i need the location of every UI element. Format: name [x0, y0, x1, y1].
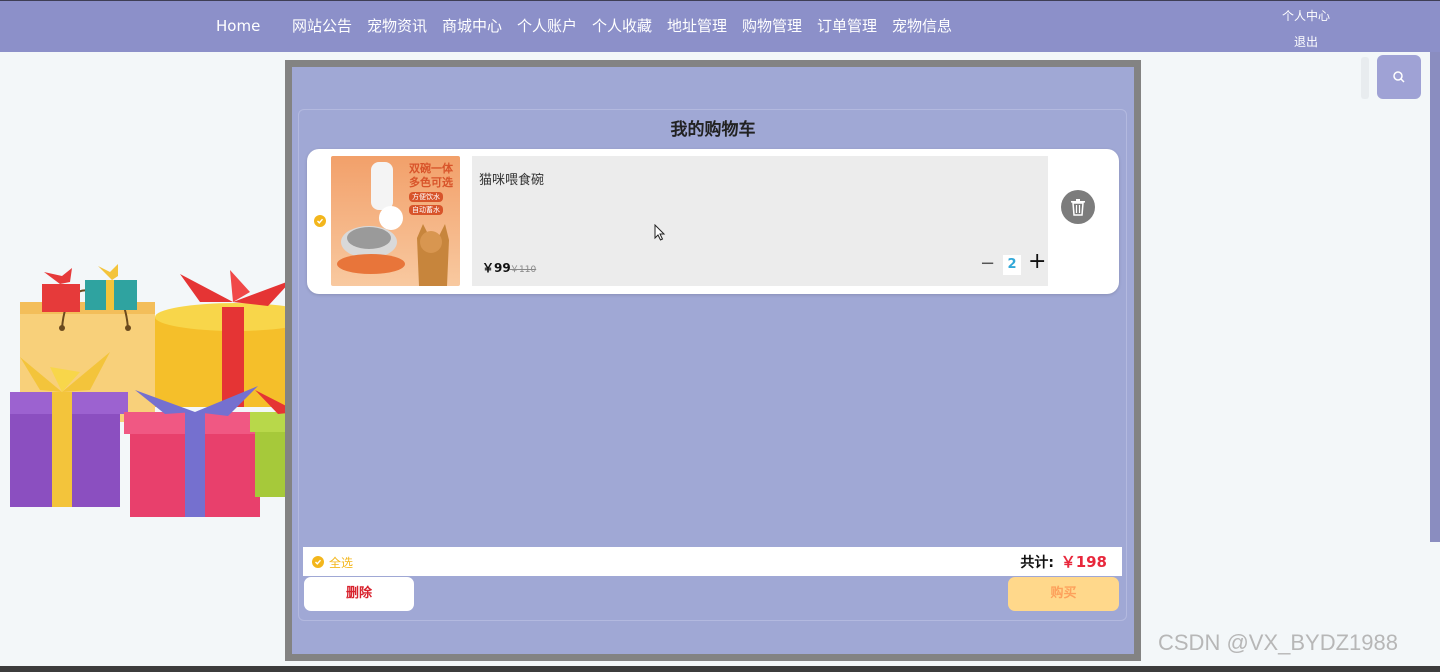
nav-item-orders[interactable]: 订单管理: [817, 16, 877, 36]
select-all-label[interactable]: 全选: [329, 554, 353, 571]
nav-item-account[interactable]: 个人账户: [517, 16, 577, 36]
cart-footer: 全选 共计: ￥198: [303, 547, 1122, 576]
nav-item-address[interactable]: 地址管理: [667, 16, 727, 36]
original-price: ￥110: [510, 265, 537, 275]
quantity-increase-button[interactable]: +: [1028, 249, 1046, 274]
nav-item-cart[interactable]: 购物管理: [742, 16, 802, 36]
mouse-cursor-icon: [654, 224, 666, 241]
total-value: ￥198: [1060, 553, 1107, 571]
product-image[interactable]: 双碗一体 多色可选 方便饮水 自动蓄水: [331, 156, 460, 286]
cart-item: 双碗一体 多色可选 方便饮水 自动蓄水 猫咪喂食碗 ￥99 ￥110 − 2 +: [307, 149, 1119, 294]
item-info: 猫咪喂食碗 ￥99 ￥110 − 2 +: [472, 156, 1048, 286]
search-icon: [1393, 71, 1405, 83]
nav-item-home[interactable]: Home: [216, 16, 260, 36]
search-input[interactable]: [1361, 57, 1369, 99]
image-tag-1: 方便饮水: [409, 192, 443, 202]
quantity-value[interactable]: 2: [1003, 255, 1021, 275]
top-nav: Home 网站公告 宠物资讯 商城中心 个人账户 个人收藏 地址管理 购物管理 …: [0, 0, 1440, 52]
nav-item-announcements[interactable]: 网站公告: [292, 16, 352, 36]
item-checkbox[interactable]: [314, 215, 326, 227]
user-center-link[interactable]: 个人中心: [1282, 7, 1330, 25]
nav-item-pet-news[interactable]: 宠物资讯: [367, 16, 427, 36]
trash-icon: [1071, 199, 1085, 216]
cart-modal: 我的购物车 双碗一体 多色可选 方便饮水 自动蓄水 猫咪喂食碗 ￥99 ￥110…: [285, 60, 1141, 661]
nav-item-pet-info[interactable]: 宠物信息: [892, 16, 952, 36]
cart-title: 我的购物车: [670, 120, 756, 140]
image-text-1: 双碗一体: [409, 162, 453, 175]
image-tag-2: 自动蓄水: [409, 205, 443, 215]
total-label: 共计:: [1020, 555, 1054, 571]
user-links: 个人中心 退出: [1282, 7, 1330, 51]
check-icon: [317, 218, 324, 224]
delete-button[interactable]: 删除: [304, 577, 414, 611]
check-icon: [315, 559, 322, 565]
quantity-decrease-button[interactable]: −: [980, 253, 995, 274]
watermark: CSDN @VX_BYDZ1988: [1158, 630, 1398, 655]
image-text-2: 多色可选: [409, 176, 453, 189]
product-price: ￥99: [482, 261, 511, 275]
nav-item-favorites[interactable]: 个人收藏: [592, 16, 652, 36]
page-scrollbar[interactable]: [1430, 52, 1440, 542]
delete-item-button[interactable]: [1061, 190, 1095, 224]
buy-button[interactable]: 购买: [1008, 577, 1119, 611]
logout-link[interactable]: 退出: [1282, 33, 1330, 51]
bottom-bar: [0, 666, 1440, 672]
search-button[interactable]: [1377, 55, 1421, 99]
product-name[interactable]: 猫咪喂食碗: [479, 169, 544, 188]
select-all-checkbox[interactable]: [312, 556, 324, 568]
nav-item-mall[interactable]: 商城中心: [442, 16, 502, 36]
